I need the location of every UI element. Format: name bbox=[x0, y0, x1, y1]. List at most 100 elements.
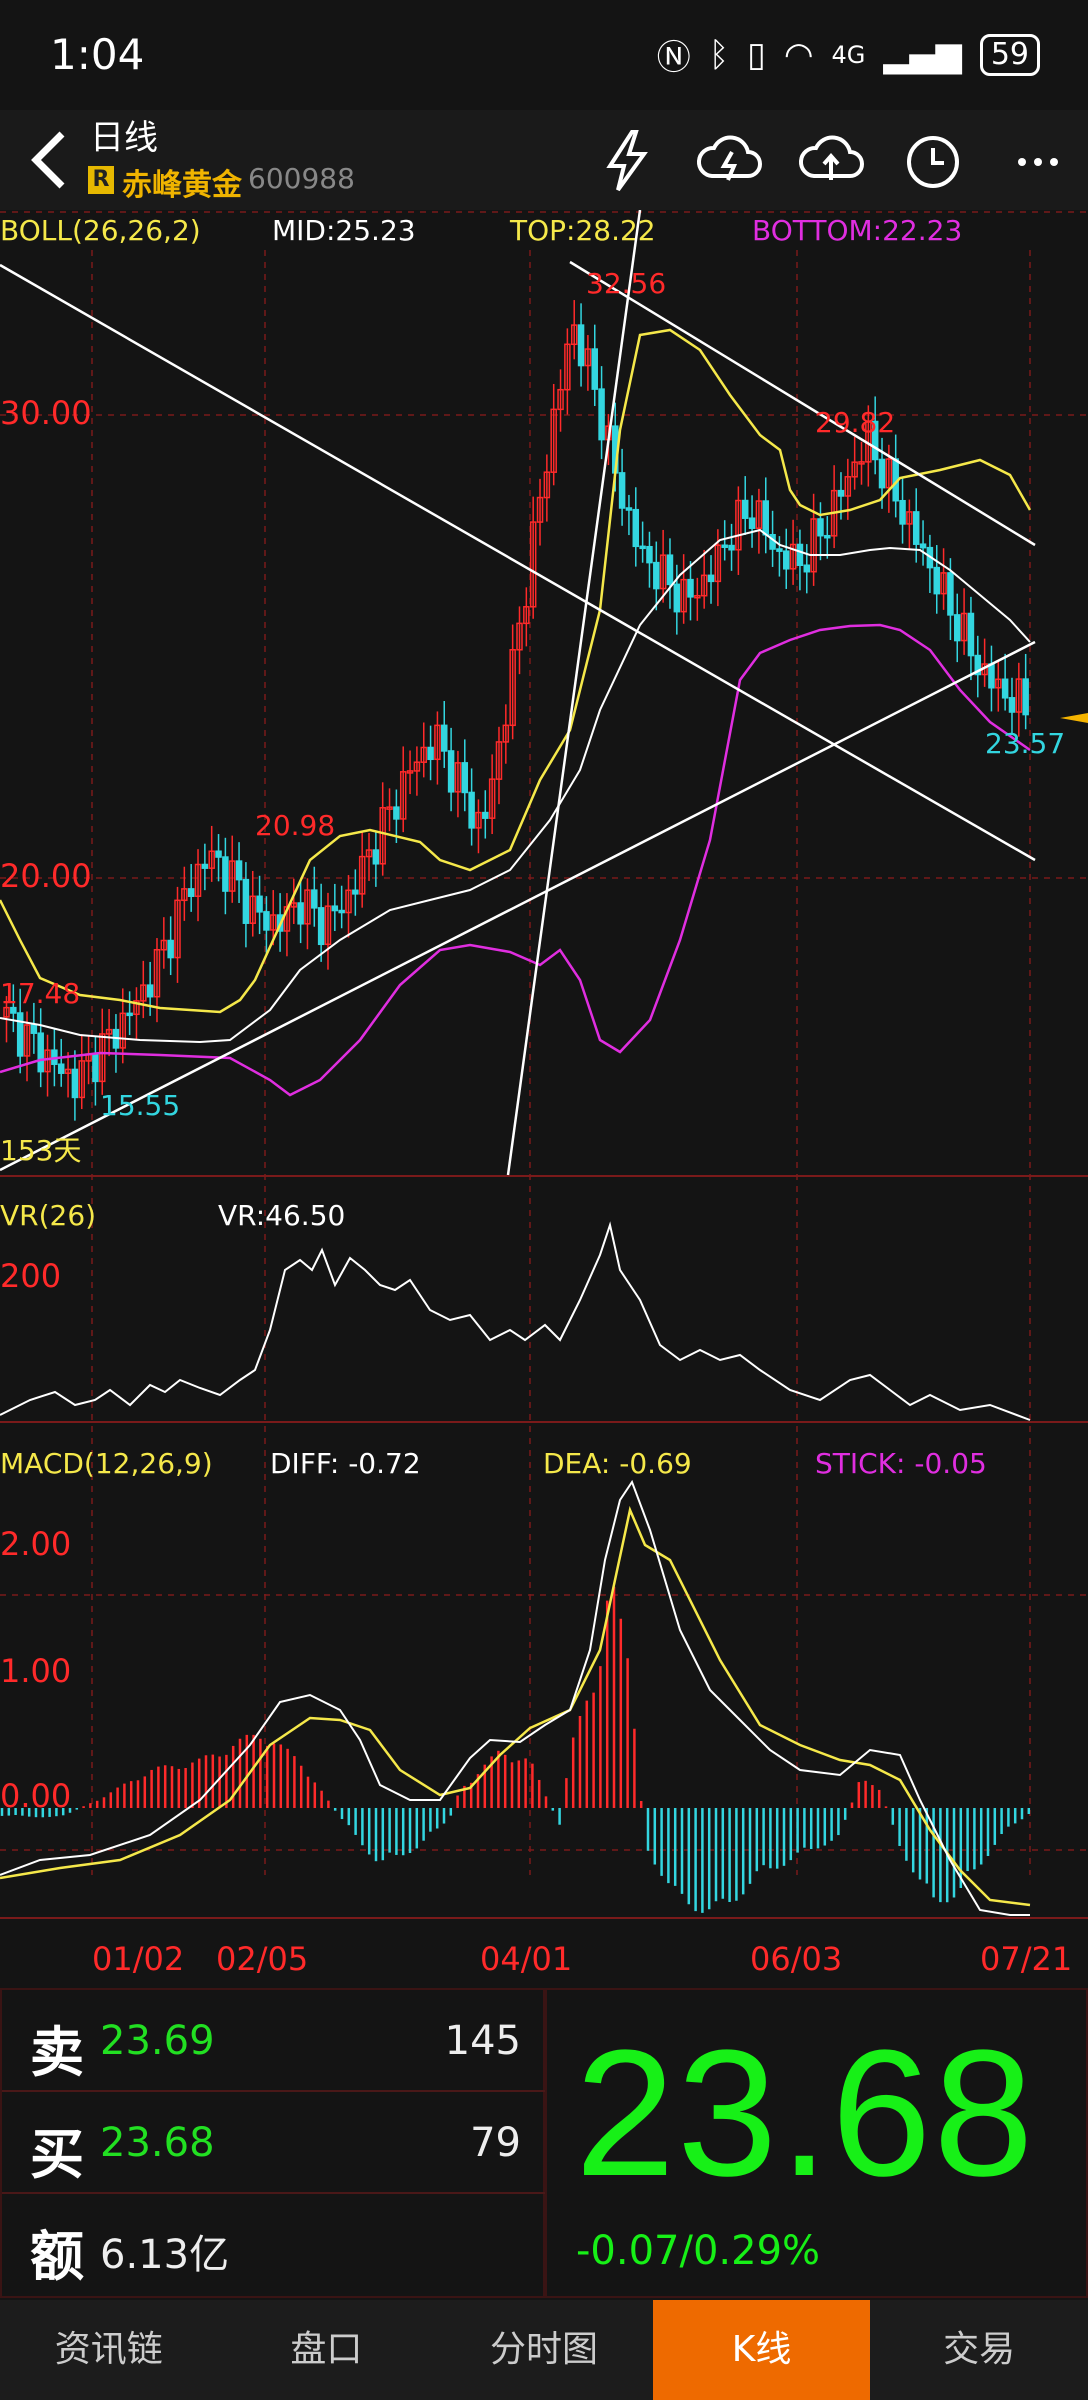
order-book: 卖 23.69 145 买 23.68 79 额 6.13亿 bbox=[0, 1988, 547, 2298]
tab-order-book[interactable]: 盘口 bbox=[218, 2300, 436, 2400]
tab-kline[interactable]: K线 bbox=[652, 2300, 871, 2400]
tab-trade[interactable]: 交易 bbox=[870, 2300, 1088, 2400]
candle-body bbox=[598, 388, 605, 441]
candle-body bbox=[591, 348, 598, 390]
candle-body bbox=[311, 889, 318, 909]
back-arrow-icon[interactable] bbox=[22, 120, 82, 200]
date-label-4: 06/03 bbox=[750, 1940, 842, 1978]
candle-body bbox=[783, 550, 790, 570]
candle-body bbox=[167, 939, 174, 959]
candle-body bbox=[297, 902, 304, 925]
r-badge: R bbox=[88, 166, 114, 194]
page-title: 日线 bbox=[90, 118, 158, 158]
candle-body bbox=[824, 534, 831, 539]
candle-body bbox=[468, 791, 475, 829]
sell-row[interactable]: 卖 23.69 145 bbox=[2, 1990, 547, 2092]
candle-body bbox=[912, 511, 920, 545]
cloud-upload-icon[interactable] bbox=[796, 126, 866, 196]
candle-body bbox=[632, 508, 640, 548]
cloud-lightning-icon[interactable] bbox=[694, 126, 764, 196]
macd-y-2: 2.00 bbox=[0, 1525, 71, 1563]
status-time: 1:04 bbox=[50, 30, 145, 79]
candle-body bbox=[878, 458, 886, 489]
candle-body bbox=[967, 612, 975, 657]
candle-body bbox=[263, 911, 270, 931]
macd-diff: DIFF: -0.72 bbox=[270, 1447, 421, 1480]
annot-high: 32.56 bbox=[586, 267, 666, 300]
candle-body bbox=[37, 1032, 44, 1073]
buy-row[interactable]: 买 23.68 79 bbox=[2, 2092, 547, 2194]
annot-low: 15.55 bbox=[100, 1089, 180, 1122]
candle-body bbox=[215, 850, 222, 858]
bottom-tabs: 资讯链 盘口 分时图 K线 交易 bbox=[0, 2300, 1088, 2400]
candle-body bbox=[242, 878, 250, 924]
candle-body bbox=[71, 1068, 79, 1099]
candle-body bbox=[919, 543, 927, 549]
status-icons: Ⓝ ᛒ ▯ ◠ 4G ▂▄▆ 59 bbox=[657, 30, 1040, 79]
candle-body bbox=[762, 500, 769, 536]
macd-label: MACD(12,26,9) bbox=[0, 1447, 213, 1480]
candle-body bbox=[16, 1012, 24, 1057]
lightning-icon[interactable] bbox=[592, 126, 662, 196]
candle-body bbox=[222, 856, 229, 892]
tab-intraday[interactable]: 分时图 bbox=[435, 2300, 653, 2400]
candle-body bbox=[776, 548, 783, 552]
annot-days: 153天 bbox=[0, 1134, 81, 1167]
boll-top: TOP:28.22 bbox=[509, 214, 656, 247]
vibrate-icon: ▯ bbox=[747, 34, 766, 75]
amount-value: 6.13亿 bbox=[100, 2232, 230, 2278]
sell-key: 卖 bbox=[30, 2021, 84, 2084]
candle-body bbox=[1008, 697, 1016, 713]
candle-body bbox=[187, 888, 195, 897]
candle-body bbox=[577, 324, 585, 367]
candle-body bbox=[427, 746, 434, 761]
buy-volume: 79 bbox=[470, 2120, 521, 2166]
candle-body bbox=[30, 1024, 38, 1034]
macd-dea-line bbox=[0, 1505, 1031, 1907]
bluetooth-icon: ᛒ bbox=[708, 34, 730, 75]
macd-diff-line bbox=[0, 1479, 1030, 1916]
candle-body bbox=[461, 762, 469, 794]
vr-value: VR:46.50 bbox=[218, 1199, 345, 1232]
grid bbox=[0, 211, 1088, 1875]
status-bar: 1:04 Ⓝ ᛒ ▯ ◠ 4G ▂▄▆ 59 bbox=[0, 0, 1088, 110]
annot-last: 23.57 bbox=[985, 727, 1065, 760]
boll-label: BOLL(26,26,2) bbox=[0, 214, 201, 247]
boll-mid: MID:25.23 bbox=[272, 214, 416, 247]
trend-lines bbox=[0, 210, 1036, 1176]
candle-body bbox=[707, 574, 715, 583]
candle-body bbox=[653, 561, 660, 590]
candle-body bbox=[673, 583, 681, 613]
macd-y-1: 1.00 bbox=[0, 1652, 71, 1690]
candle-body bbox=[126, 1012, 133, 1017]
candle-body bbox=[666, 554, 674, 586]
signal-icon: ▂▄▆ bbox=[883, 34, 962, 75]
clock-icon[interactable] bbox=[898, 126, 968, 196]
kline-chart[interactable]: BOLL(26,26,2) MID:25.23 TOP:28.22 BOTTOM… bbox=[0, 210, 1088, 1988]
candle-body bbox=[817, 518, 824, 537]
tab-news-chain[interactable]: 资讯链 bbox=[0, 2300, 218, 2400]
last-price: 23.68 bbox=[575, 2013, 1036, 2214]
last-price-marker bbox=[1060, 713, 1088, 723]
candle-body bbox=[447, 750, 455, 793]
candle-body bbox=[618, 472, 626, 509]
candle-body bbox=[947, 572, 954, 616]
amount-row: 额 6.13亿 bbox=[2, 2194, 547, 2296]
buy-key: 买 bbox=[30, 2123, 84, 2186]
candle-body bbox=[372, 849, 380, 865]
macd-stick: STICK: -0.05 bbox=[815, 1447, 987, 1480]
candle-body bbox=[146, 984, 154, 998]
more-icon[interactable] bbox=[1004, 126, 1074, 196]
signal-network: 4G bbox=[831, 40, 866, 69]
candle-body bbox=[899, 499, 906, 525]
wifi-icon: ◠ bbox=[783, 34, 814, 75]
candle-body bbox=[57, 1063, 65, 1074]
candle-body bbox=[646, 545, 653, 564]
nfc-icon: Ⓝ bbox=[656, 38, 691, 78]
vr-y-label: 200 bbox=[0, 1257, 61, 1295]
candle-body bbox=[803, 564, 811, 573]
stock-name[interactable]: 赤峰黄金 bbox=[122, 160, 242, 204]
macd-dea: DEA: -0.69 bbox=[543, 1447, 692, 1480]
buy-price: 23.68 bbox=[100, 2120, 215, 2166]
candle-body bbox=[1022, 678, 1029, 716]
